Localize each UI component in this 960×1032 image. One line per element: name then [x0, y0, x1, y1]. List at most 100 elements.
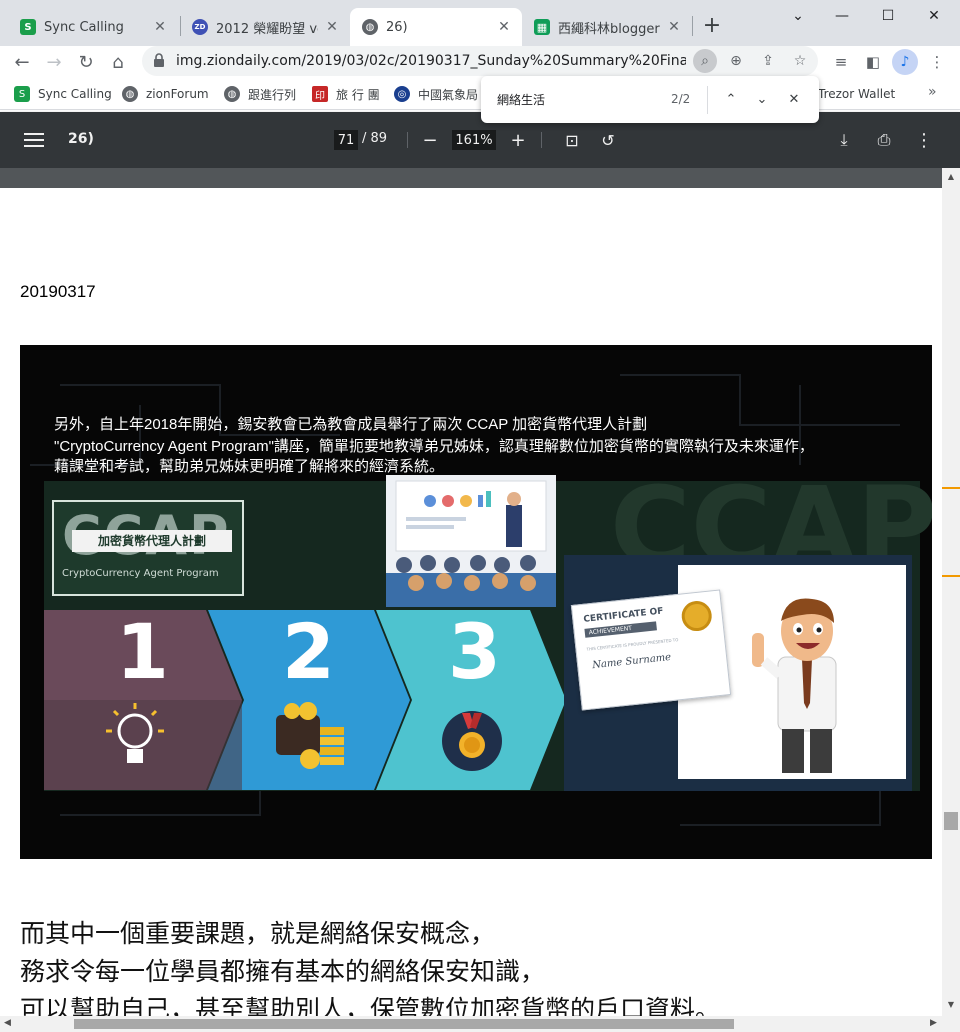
bookmark-star-icon[interactable]: ☆ — [788, 49, 812, 73]
vertical-scrollbar[interactable]: ▲ ▼ — [942, 168, 960, 1016]
new-tab-button[interactable]: + — [700, 13, 724, 38]
download-icon[interactable]: ⤓ — [832, 128, 856, 152]
bookmark-sync-calling[interactable]: S Sync Calling — [14, 85, 112, 103]
step-number: 1 — [116, 607, 169, 696]
sync-calling-favicon: S — [14, 86, 30, 102]
presentation-illustration — [386, 475, 556, 607]
tab-title: 26) — [386, 19, 408, 35]
tab-title: 西繩科林blogger工 — [558, 21, 660, 37]
zoom-input[interactable]: 161% — [452, 130, 496, 150]
toolbar-separator — [541, 132, 542, 148]
horizontal-scrollbar[interactable]: ◀ ▶ — [0, 1016, 960, 1032]
find-next-button[interactable]: ⌄ — [751, 88, 773, 110]
find-input[interactable]: 網絡生活 — [497, 91, 545, 108]
minimize-button[interactable]: — — [822, 4, 862, 28]
window-close-button[interactable]: ✕ — [914, 4, 954, 28]
scroll-thumb[interactable] — [944, 812, 958, 830]
home-button[interactable]: ⌂ — [104, 48, 132, 76]
reload-button[interactable]: ↻ — [72, 48, 100, 76]
globe-icon: ◍ — [224, 86, 240, 102]
forward-button[interactable]: → — [40, 48, 68, 76]
bookmark-weather[interactable]: ◎ 中國氣象局 — [394, 85, 478, 103]
scroll-thumb[interactable] — [74, 1019, 734, 1029]
body-text-line: 而其中一個重要課題，就是網絡保安概念， — [20, 919, 496, 948]
browser-toolbar: ← → ↻ ⌂ img.ziondaily.com/2019/03/02c/20… — [0, 46, 960, 78]
find-close-button[interactable]: ✕ — [783, 88, 805, 110]
scroll-up-arrow[interactable]: ▲ — [946, 172, 956, 181]
bookmark-zionforum[interactable]: ◍ zionForum — [122, 85, 209, 103]
slide-intro-line: 另外，自上年2018年開始，錫安教會已為教會成員舉行了兩次 CCAP 加密貨幣代… — [54, 416, 648, 433]
pdf-title: 26) — [68, 131, 94, 147]
close-icon[interactable]: ✕ — [324, 19, 340, 35]
close-icon[interactable]: ✕ — [666, 19, 682, 35]
tab-zd[interactable]: ZD 2012 榮耀盼望 vol. ✕ — [180, 8, 350, 46]
tab-sync-calling[interactable]: S Sync Calling ✕ — [8, 8, 178, 46]
sheets-icon: ▦ — [534, 19, 550, 35]
maximize-button[interactable]: ☐ — [868, 4, 908, 28]
bookmark-follow-up[interactable]: ◍ 跟進行列 — [224, 85, 296, 103]
pdf-viewport: 20190317 CCAP 另外，自上年2018年開始，錫安教會已為教會成員舉行… — [0, 168, 960, 1032]
certificate-name: Name Surname — [591, 651, 672, 672]
bookmark-label: Sync Calling — [38, 87, 112, 101]
page-gap — [0, 168, 942, 188]
ccap-logo-sub: CryptoCurrency Agent Program — [62, 568, 219, 579]
scroll-right-arrow[interactable]: ▶ — [930, 1018, 937, 1028]
pdf-more-icon[interactable]: ⋮ — [912, 128, 936, 152]
tab-search-button[interactable]: ⌄ — [778, 4, 818, 28]
body-text-line: 務求令每一位學員都擁有基本的網絡保安知識， — [20, 957, 546, 986]
address-bar[interactable]: img.ziondaily.com/2019/03/02c/20190317_S… — [142, 46, 818, 76]
browser-menu-icon[interactable]: ⋮ — [924, 49, 950, 75]
page-number-input[interactable]: 71 — [334, 130, 358, 150]
bookmark-travel[interactable]: 印 旅 行 團 — [312, 85, 380, 103]
medal-icon — [442, 711, 502, 771]
share-icon[interactable]: ⇪ — [756, 49, 780, 73]
globe-icon: ◍ — [362, 19, 378, 35]
bookmarks-overflow-icon[interactable]: » — [928, 84, 937, 100]
scroll-down-arrow[interactable]: ▼ — [946, 1000, 956, 1009]
ccap-logo-band: 加密貨幣代理人計劃 — [72, 530, 232, 552]
toolbar-separator — [407, 132, 408, 148]
zoom-in-button[interactable]: + — [506, 128, 530, 152]
media-control-icon[interactable]: ≡ — [828, 49, 854, 75]
lightbulb-icon — [106, 703, 164, 763]
profile-avatar[interactable]: ♪ — [892, 49, 918, 75]
close-icon[interactable]: ✕ — [152, 19, 168, 35]
rotate-icon[interactable]: ↺ — [596, 128, 620, 152]
back-button[interactable]: ← — [8, 48, 36, 76]
zoom-icon[interactable]: ⊕ — [724, 49, 748, 73]
zd-favicon: ZD — [192, 19, 208, 35]
zoom-out-button[interactable]: − — [418, 128, 442, 152]
url-text: img.ziondaily.com/2019/03/02c/20190317_S… — [176, 53, 686, 69]
bookmark-trezor[interactable]: Trezor Wallet — [818, 85, 895, 103]
fit-page-icon[interactable]: ⊡ — [560, 128, 584, 152]
tab-title: Sync Calling — [44, 19, 124, 35]
globe-icon: ◍ — [122, 86, 138, 102]
gold-seal-icon — [680, 599, 714, 633]
ccap-slide-image: CCAP 另外，自上年2018年開始，錫安教會已為教會成員舉行了兩次 CCAP … — [20, 345, 932, 859]
find-in-page-icon[interactable]: ⌕ — [693, 49, 717, 73]
bookmark-label: 中國氣象局 — [418, 87, 479, 102]
bookmark-label: 旅 行 團 — [336, 87, 380, 102]
find-separator — [707, 86, 708, 114]
tab-separator — [692, 16, 693, 36]
slide-intro-line: 藉課堂和考試，幫助弟兄姊妹更明確了解將來的經濟系統。 — [54, 458, 445, 475]
certificate-band: ACHIEVEMENT — [584, 621, 657, 638]
slide-intro-line: "CryptoCurrency Agent Program"講座，簡單扼要地教導… — [54, 438, 814, 455]
step-number: 3 — [448, 607, 501, 696]
pdf-page: 20190317 CCAP 另外，自上年2018年開始，錫安教會已為教會成員舉行… — [0, 188, 942, 1016]
step-number: 2 — [282, 607, 335, 696]
red-seal-icon: 印 — [312, 86, 328, 102]
print-icon[interactable]: ⎙ — [872, 128, 896, 152]
scroll-left-arrow[interactable]: ◀ — [4, 1018, 11, 1028]
tab-pdf-active[interactable]: ◍ 26) ✕ — [350, 8, 522, 46]
find-result-marker — [942, 487, 960, 489]
lock-icon — [154, 53, 164, 67]
side-panel-icon[interactable]: ◧ — [860, 49, 886, 75]
tab-title: 2012 榮耀盼望 vol. — [216, 21, 318, 37]
find-previous-button[interactable]: ⌃ — [720, 88, 742, 110]
close-icon[interactable]: ✕ — [496, 19, 512, 35]
tab-sheets[interactable]: ▦ 西繩科林blogger工 ✕ — [522, 8, 692, 46]
pdf-menu-icon[interactable] — [24, 130, 44, 150]
businessman-illustration — [752, 598, 837, 773]
sync-calling-favicon: S — [20, 19, 36, 35]
